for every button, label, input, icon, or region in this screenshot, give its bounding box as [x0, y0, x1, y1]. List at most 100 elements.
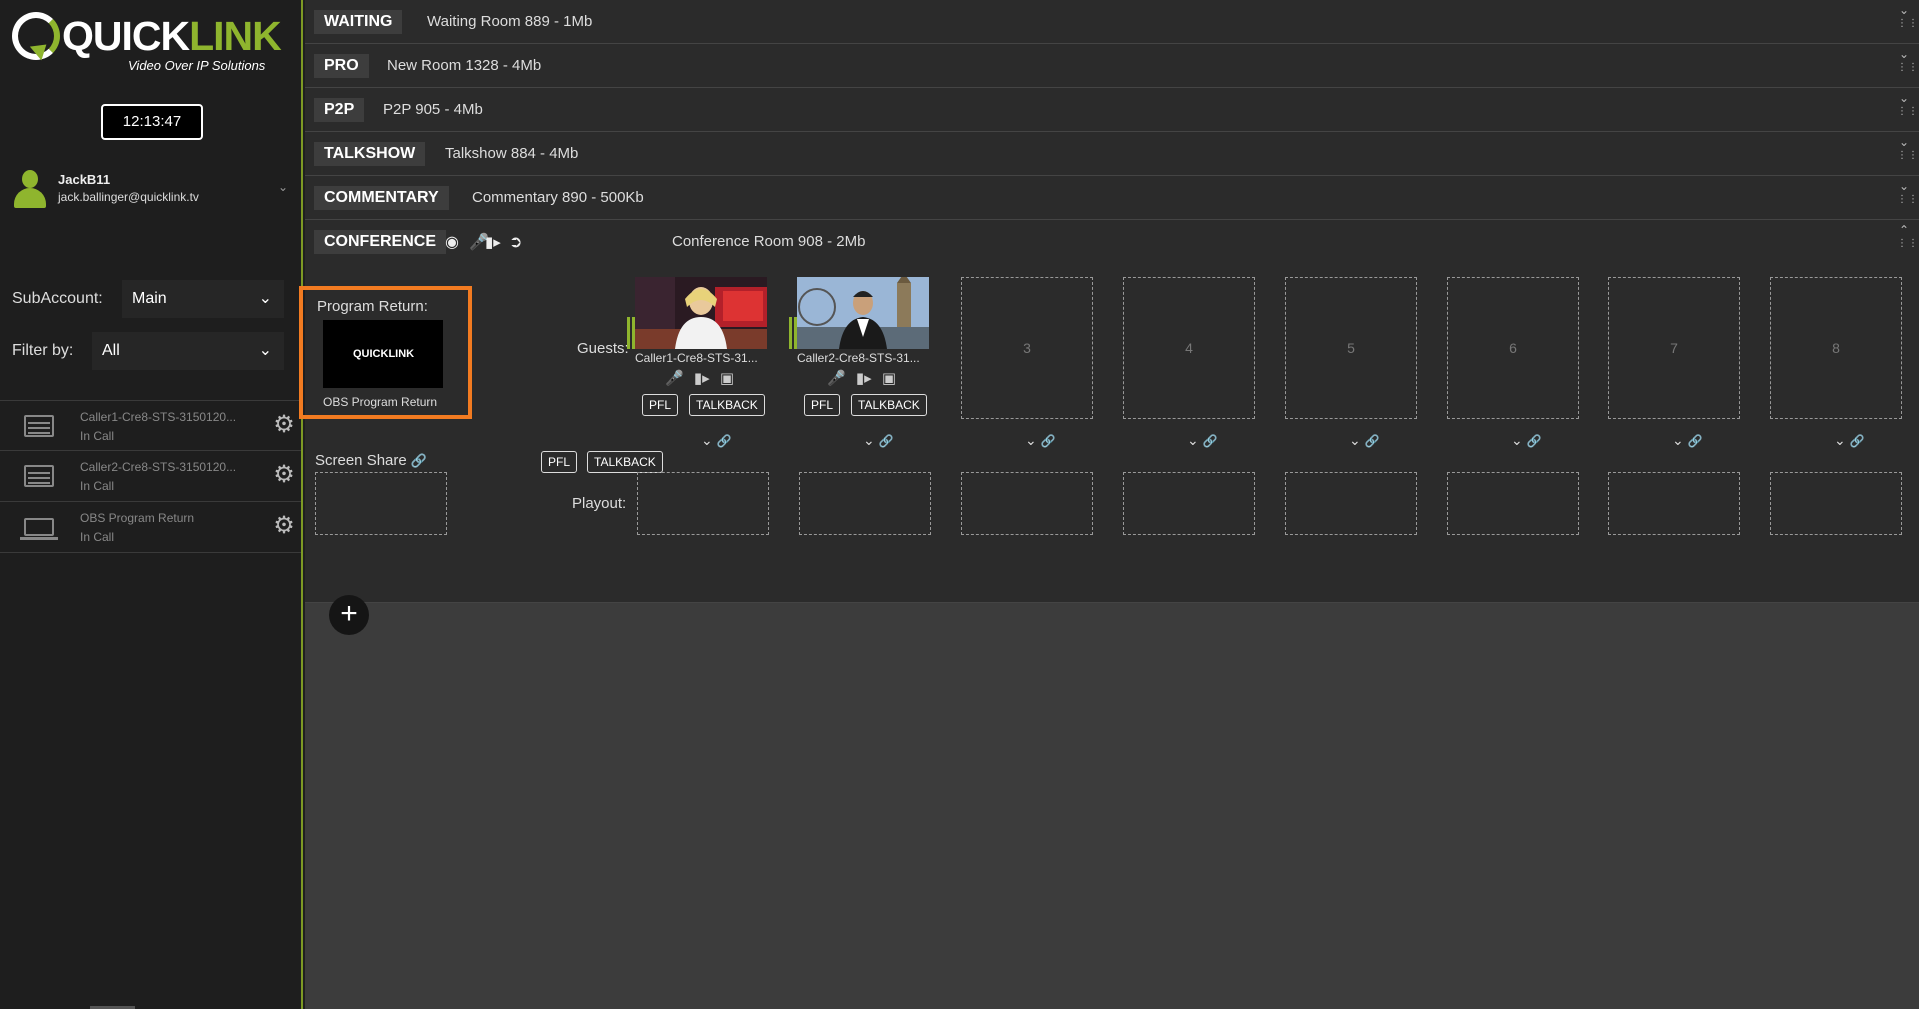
screen-share-label: Screen Share 🔗 [315, 452, 427, 469]
expand-chevron-icon[interactable]: ⌄ ⋮⋮ [1897, 4, 1918, 40]
call-status: In Call [80, 479, 115, 493]
expand-chevron-icon[interactable]: ⌄ ⋮⋮ [1897, 136, 1918, 172]
room-desc: Conference Room 908 - 2Mb [672, 233, 866, 250]
guest-slot-4[interactable]: 4 [1123, 277, 1255, 419]
link-icon[interactable]: 🔗 [879, 434, 894, 448]
room-row-commentary[interactable]: COMMENTARY Commentary 890 - 500Kb ⌄ ⋮⋮ [305, 176, 1919, 220]
eye-icon[interactable]: ◉ [445, 234, 459, 252]
expand-chevron-icon[interactable]: ⌄ ⋮⋮ [1897, 180, 1918, 216]
playout-slot[interactable] [1608, 472, 1740, 535]
call-name: OBS Program Return [80, 511, 195, 525]
room-row-waiting[interactable]: WAITING Waiting Room 889 - 1Mb ⌄ ⋮⋮ [305, 0, 1919, 44]
room-row-pro[interactable]: PRO New Room 1328 - 4Mb ⌄ ⋮⋮ [305, 44, 1919, 88]
camera-icon[interactable]: ▮▸ [694, 370, 710, 387]
guest-2-pfl-button[interactable]: PFL [804, 394, 841, 416]
subaccount-row: SubAccount: Main ⌄ [12, 280, 284, 318]
call-status: In Call [80, 429, 115, 443]
guest-slot-7[interactable]: 7 [1608, 277, 1740, 419]
guest-1-pfl-button[interactable]: PFL [642, 394, 679, 416]
playout-label: Playout: [572, 495, 627, 512]
playout-slot[interactable] [637, 472, 769, 535]
expand-chevron-icon[interactable]: ⌄ ⋮⋮ [1897, 92, 1918, 128]
screen-icon[interactable]: ▣ [882, 370, 896, 387]
playout-slot[interactable] [799, 472, 931, 535]
filter-select[interactable]: All ⌄ [92, 332, 284, 370]
room-tag: CONFERENCE [314, 230, 447, 254]
link-icon[interactable]: 🔗 [717, 434, 732, 448]
screen-share-slot[interactable] [315, 472, 447, 535]
pfl-button[interactable]: PFL [541, 451, 578, 473]
link-icon[interactable]: 🔗 [1527, 434, 1542, 448]
guest-slot-8[interactable]: 8 [1770, 277, 1902, 419]
camera-icon[interactable]: ▮▸ [856, 370, 872, 387]
collapse-chevron-icon[interactable]: ⌃ ⋮⋮ [1897, 224, 1918, 260]
subaccount-value: Main [132, 290, 167, 307]
chevron-down-icon[interactable]: ⌄ [1025, 432, 1037, 448]
room-row-talkshow[interactable]: TALKSHOW Talkshow 884 - 4Mb ⌄ ⋮⋮ [305, 132, 1919, 176]
guest-slot-5[interactable]: 5 [1285, 277, 1417, 419]
guest-1-talkback-button[interactable]: TALKBACK [689, 394, 765, 416]
chevron-down-icon[interactable]: ⌄ [1511, 432, 1523, 448]
gear-icon[interactable]: ⚙ [272, 514, 296, 538]
call-item[interactable]: Caller2-Cre8-STS-3150120... In Call ⚙ [0, 451, 301, 502]
program-return-thumbnail[interactable]: QUICKLINK [323, 320, 443, 388]
slot-number: 4 [1185, 340, 1193, 356]
chevron-down-icon[interactable]: ⌄ [1187, 432, 1199, 448]
rack-icon [24, 465, 54, 487]
talkback-button[interactable]: TALKBACK [587, 451, 663, 473]
add-room-button[interactable]: + [329, 595, 369, 635]
camera-icon[interactable]: ▮▸ [485, 234, 501, 252]
link-icon[interactable]: 🔗 [1688, 434, 1703, 448]
playout-slot[interactable] [1123, 472, 1255, 535]
call-item[interactable]: OBS Program Return In Call ⚙ [0, 502, 301, 553]
playout-slot[interactable] [1770, 472, 1902, 535]
slot-controls: ⌄ 🔗 [1834, 432, 1874, 450]
link-icon[interactable]: 🔗 [1850, 434, 1865, 448]
room-tag: COMMENTARY [314, 186, 449, 210]
chevron-down-icon[interactable]: ⌄ [278, 180, 288, 194]
link-icon[interactable]: 🔗 [1041, 434, 1056, 448]
screen-icon[interactable]: ▣ [720, 370, 734, 387]
chevron-down-icon[interactable]: ⌄ [701, 432, 713, 448]
guest-caption: Caller1-Cre8-STS-31... [635, 351, 758, 365]
call-item[interactable]: Caller1-Cre8-STS-3150120... In Call ⚙ [0, 400, 301, 451]
gear-icon[interactable]: ⚙ [272, 413, 296, 437]
expand-chevron-icon[interactable]: ⌄ ⋮⋮ [1897, 48, 1918, 84]
guest-slot-3[interactable]: 3 [961, 277, 1093, 419]
link-icon[interactable]: 🔗 [1365, 434, 1380, 448]
playout-slot[interactable] [1447, 472, 1579, 535]
slot-number: 3 [1023, 340, 1031, 356]
slot-controls: ⌄ 🔗 [1349, 432, 1389, 450]
subaccount-select[interactable]: Main ⌄ [122, 280, 284, 318]
playout-slot[interactable] [961, 472, 1093, 535]
guest-slot-6[interactable]: 6 [1447, 277, 1579, 419]
room-desc: P2P 905 - 4Mb [383, 101, 483, 118]
guest-2-talkback-button[interactable]: TALKBACK [851, 394, 927, 416]
link-icon[interactable]: 🔗 [411, 453, 427, 468]
gear-icon[interactable]: ⚙ [272, 463, 296, 487]
room-row-p2p[interactable]: P2P P2P 905 - 4Mb ⌄ ⋮⋮ [305, 88, 1919, 132]
exit-icon[interactable]: ➲ [509, 234, 522, 252]
guest-controls: 🎤 ▮▸ ▣ [665, 369, 765, 387]
chevron-down-icon[interactable]: ⌄ [1349, 432, 1361, 448]
guest-controls: 🎤 ▮▸ ▣ [827, 369, 927, 387]
main-panel: WAITING Waiting Room 889 - 1Mb ⌄ ⋮⋮ PRO N… [299, 0, 1919, 1009]
call-list: Caller1-Cre8-STS-3150120... In Call ⚙ Ca… [0, 400, 301, 553]
playout-slot[interactable] [1285, 472, 1417, 535]
room-desc: Commentary 890 - 500Kb [472, 189, 644, 206]
chevron-down-icon[interactable]: ⌄ [1672, 432, 1684, 448]
user-email: jack.ballinger@quicklink.tv [58, 190, 199, 204]
slot-number: 6 [1509, 340, 1517, 356]
program-return-panel[interactable]: Program Return: QUICKLINK OBS Program Re… [299, 286, 472, 419]
chevron-down-icon[interactable]: ⌄ [1834, 432, 1846, 448]
guest-video[interactable] [797, 277, 929, 349]
microphone-icon[interactable]: 🎤 [827, 370, 846, 387]
guest-video[interactable] [635, 277, 767, 349]
guest-caption: Caller2-Cre8-STS-31... [797, 351, 920, 365]
microphone-icon[interactable]: 🎤 [665, 370, 684, 387]
link-icon[interactable]: 🔗 [1203, 434, 1218, 448]
room-desc: Talkshow 884 - 4Mb [445, 145, 579, 162]
logo-tagline: Video Over IP Solutions [128, 58, 266, 73]
chevron-down-icon[interactable]: ⌄ [863, 432, 875, 448]
user-profile[interactable]: JackB11 jack.ballinger@quicklink.tv ⌄ [10, 168, 295, 212]
